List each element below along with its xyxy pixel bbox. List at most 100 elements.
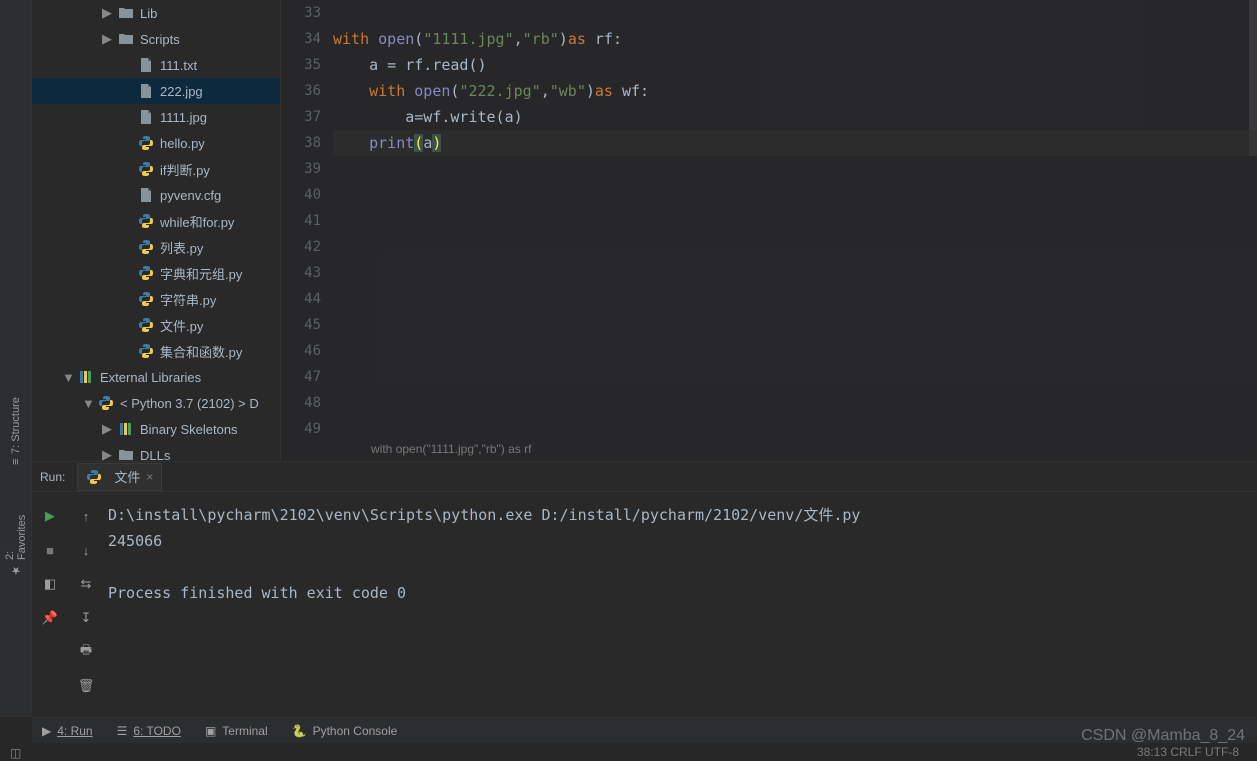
file-icon bbox=[138, 187, 154, 203]
up-icon[interactable]: ↑ bbox=[76, 506, 96, 526]
tool-todo[interactable]: ☰6: TODO bbox=[117, 724, 181, 738]
todo-icon: ☰ bbox=[117, 724, 128, 738]
tree-item-列表.py[interactable]: 列表.py bbox=[32, 234, 280, 260]
py-icon bbox=[138, 161, 154, 177]
tool-python-console[interactable]: 🐍Python Console bbox=[292, 724, 398, 738]
sidebar-tab-favorites[interactable]: ★ 2: Favorites bbox=[0, 505, 32, 577]
rerun-button[interactable]: ▶ bbox=[40, 506, 60, 526]
expand-icon[interactable]: ▶ bbox=[102, 447, 112, 461]
tree-item-Lib[interactable]: ▶ Lib bbox=[32, 0, 280, 26]
pin-button[interactable]: 📌 bbox=[40, 608, 60, 628]
tree-item-label: 1111.jpg bbox=[160, 110, 207, 125]
run-tab[interactable]: 文件 × bbox=[77, 463, 162, 491]
code-line-34: with open("1111.jpg","rb")as rf: bbox=[333, 26, 1257, 52]
tree-item-label: Scripts bbox=[140, 32, 180, 47]
expand-icon[interactable]: ▶ bbox=[102, 31, 112, 47]
expand-icon[interactable]: ▶ bbox=[102, 421, 112, 437]
expand-icon[interactable]: ▼ bbox=[82, 396, 92, 411]
libs-icon bbox=[118, 421, 134, 437]
windows-icon[interactable]: ◫ bbox=[10, 746, 21, 760]
tree-item-label: 文件.py bbox=[160, 316, 203, 335]
tree-item-label: 列表.py bbox=[160, 238, 203, 257]
run-header: Run: 文件 × bbox=[32, 462, 1257, 492]
tree-item-label: 字典和元组.py bbox=[160, 264, 242, 283]
stop-button[interactable]: ■ bbox=[40, 540, 60, 560]
run-toolbar-2: ↑ ↓ ⇆ ↧ 🖶 🗑 bbox=[68, 492, 104, 717]
tree-item-222.jpg[interactable]: 222.jpg bbox=[32, 78, 280, 104]
tree-item-字典和元组.py[interactable]: 字典和元组.py bbox=[32, 260, 280, 286]
tree-item-label: < Python 3.7 (2102) > D bbox=[120, 396, 259, 411]
code-editor[interactable]: 3334353637383940414243444546474849 with … bbox=[281, 0, 1257, 461]
tree-item-External-Libraries[interactable]: ▼ External Libraries bbox=[32, 364, 280, 390]
tree-item-label: 111.txt bbox=[160, 58, 197, 73]
py-icon bbox=[138, 317, 154, 333]
tree-item-1111.jpg[interactable]: 1111.jpg bbox=[32, 104, 280, 130]
tree-item-hello.py[interactable]: hello.py bbox=[32, 130, 280, 156]
tree-item-集合和函数.py[interactable]: 集合和函数.py bbox=[32, 338, 280, 364]
close-icon[interactable]: × bbox=[146, 470, 153, 484]
code-line-36: with open("222.jpg","wb")as wf: bbox=[333, 78, 1257, 104]
tree-item-label: DLLs bbox=[140, 448, 170, 462]
tree-item-字符串.py[interactable]: 字符串.py bbox=[32, 286, 280, 312]
file-icon bbox=[138, 109, 154, 125]
libs-icon bbox=[78, 369, 94, 385]
tree-item-<-Python-3.7-(2102)->-D[interactable]: ▼ < Python 3.7 (2102) > D bbox=[32, 390, 280, 416]
python-icon: 🐍 bbox=[292, 724, 307, 738]
sidebar-tab-structure[interactable]: ≡ 7: Structure bbox=[0, 395, 32, 467]
play-icon: ▶ bbox=[42, 724, 51, 738]
tree-item-while和for.py[interactable]: while和for.py bbox=[32, 208, 280, 234]
soft-wrap-button[interactable]: ⇆ bbox=[76, 574, 96, 594]
py-icon bbox=[138, 343, 154, 359]
file-icon bbox=[138, 83, 154, 99]
tree-item-label: 222.jpg bbox=[160, 84, 203, 99]
run-body: ▶ ■ ◧ 📌 ↑ ↓ ⇆ ↧ 🖶 🗑 D:\install\pycharm\2… bbox=[32, 462, 1257, 717]
tree-item-label: 字符串.py bbox=[160, 290, 216, 309]
run-toolbar-1: ▶ ■ ◧ 📌 bbox=[32, 492, 68, 717]
run-tab-title: 文件 bbox=[114, 467, 140, 486]
run-console-output[interactable]: D:\install\pycharm\2102\venv\Scripts\pyt… bbox=[104, 492, 1257, 717]
print-button[interactable]: 🖶 bbox=[76, 642, 96, 662]
tree-item-if判断.py[interactable]: if判断.py bbox=[32, 156, 280, 182]
star-icon: ★ bbox=[10, 564, 23, 577]
tree-item-Scripts[interactable]: ▶ Scripts bbox=[32, 26, 280, 52]
pysdk-icon bbox=[98, 395, 114, 411]
status-bar: ◫ 38:13 CRLF UTF-8 bbox=[0, 743, 1257, 761]
run-tool-window: Run: 文件 × ▶ ■ ◧ 📌 ↑ ↓ ⇆ ↧ 🖶 🗑 D:\install… bbox=[32, 461, 1257, 717]
tree-item-DLLs[interactable]: ▶ DLLs bbox=[32, 442, 280, 461]
file-icon bbox=[138, 57, 154, 73]
tree-item-label: while和for.py bbox=[160, 212, 234, 231]
breadcrumb: with open("1111.jpg","rb") as rf bbox=[281, 436, 1257, 461]
tool-terminal[interactable]: ▣Terminal bbox=[205, 724, 268, 738]
code-line-33 bbox=[333, 0, 1257, 26]
run-label: Run: bbox=[32, 470, 77, 484]
code-body[interactable]: with open("1111.jpg","rb")as rf: a = rf.… bbox=[333, 0, 1257, 461]
trash-button[interactable]: 🗑 bbox=[76, 676, 96, 696]
watermark: CSDN @Mamba_8_24 bbox=[1081, 727, 1245, 745]
tree-item-label: hello.py bbox=[160, 136, 205, 151]
tool-run[interactable]: ▶4: Run bbox=[42, 724, 93, 738]
tree-item-pyvenv.cfg[interactable]: pyvenv.cfg bbox=[32, 182, 280, 208]
tree-item-label: External Libraries bbox=[100, 370, 201, 385]
down-icon[interactable]: ↓ bbox=[76, 540, 96, 560]
bottom-toolbar: ▶4: Run ☰6: TODO ▣Terminal 🐍Python Conso… bbox=[32, 717, 1257, 743]
tree-item-111.txt[interactable]: 111.txt bbox=[32, 52, 280, 78]
structure-icon: ≡ bbox=[10, 458, 22, 464]
project-tree[interactable]: ▶ Lib ▶ Scripts 111.txt 222.jpg 1111.jpg hello.… bbox=[32, 0, 281, 461]
folder-icon bbox=[118, 31, 134, 47]
tree-item-label: Lib bbox=[140, 6, 157, 21]
layout-button[interactable]: ◧ bbox=[40, 574, 60, 594]
folder-icon bbox=[118, 447, 134, 461]
python-icon bbox=[86, 469, 102, 485]
tree-item-Binary-Skeletons[interactable]: ▶ Binary Skeletons bbox=[32, 416, 280, 442]
code-line-35: a = rf.read() bbox=[333, 52, 1257, 78]
tree-item-label: 集合和函数.py bbox=[160, 342, 242, 361]
tree-item-label: Binary Skeletons bbox=[140, 422, 238, 437]
scroll-to-end-button[interactable]: ↧ bbox=[76, 608, 96, 628]
expand-icon[interactable]: ▼ bbox=[62, 370, 72, 385]
code-line-37: a=wf.write(a) bbox=[333, 104, 1257, 130]
main-area: ▶ Lib ▶ Scripts 111.txt 222.jpg 1111.jpg hello.… bbox=[32, 0, 1257, 461]
tree-item-文件.py[interactable]: 文件.py bbox=[32, 312, 280, 338]
code-line-38: print(a) bbox=[333, 130, 1257, 156]
expand-icon[interactable]: ▶ bbox=[102, 5, 112, 21]
left-sidebar: ≡ 7: Structure ★ 2: Favorites bbox=[0, 0, 32, 717]
